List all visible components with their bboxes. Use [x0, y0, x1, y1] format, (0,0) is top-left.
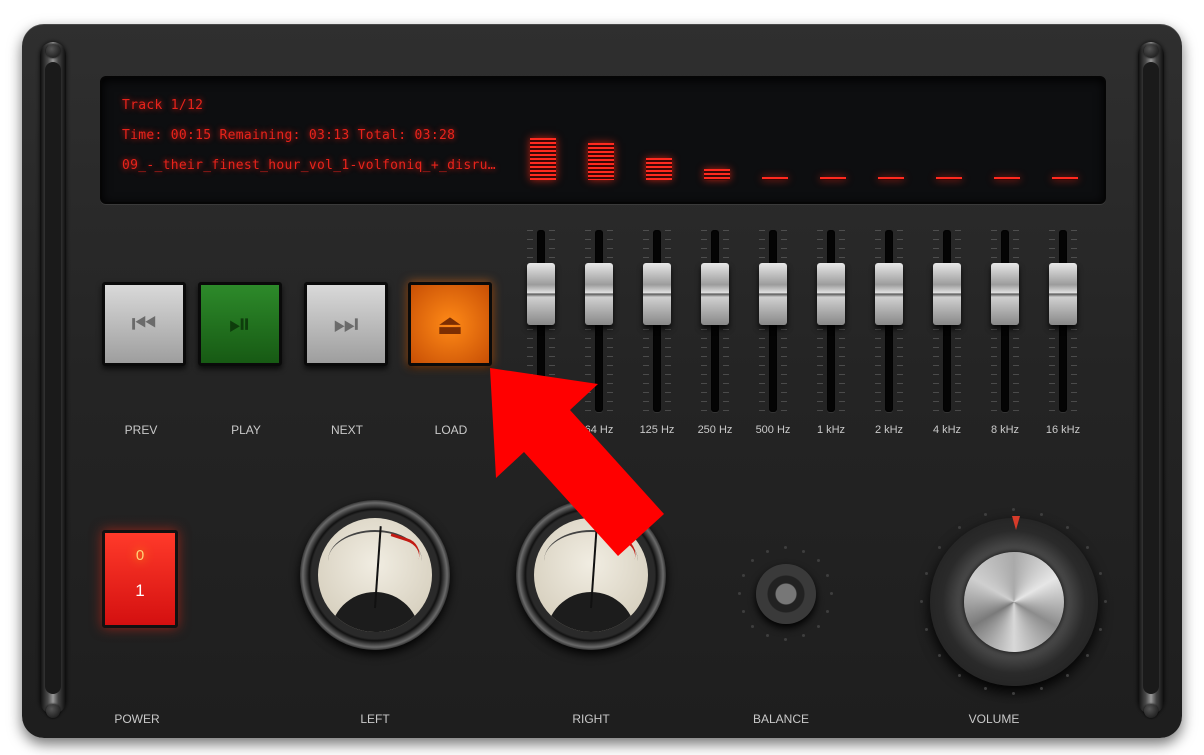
annotation-arrow-icon	[490, 368, 664, 556]
annotation-arrow-shape	[490, 368, 664, 556]
